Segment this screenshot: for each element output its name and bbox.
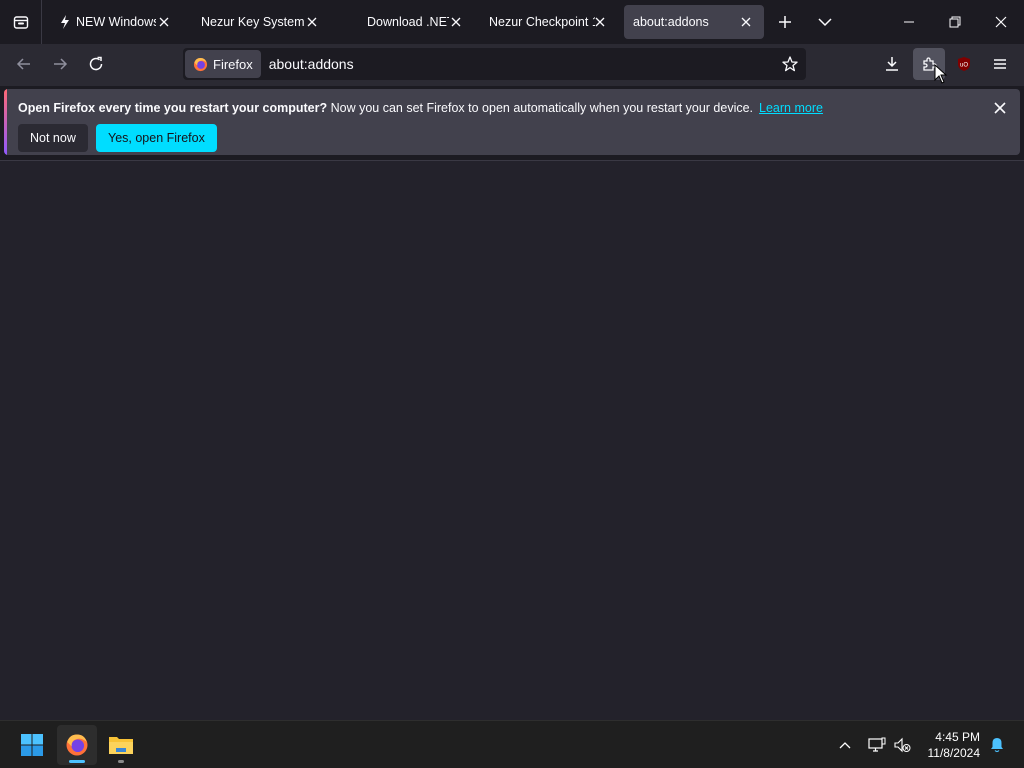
tab-label: NEW Windows | xyxy=(76,15,156,29)
show-hidden-icons-button[interactable] xyxy=(833,733,857,757)
tab-label: Download .NET xyxy=(367,15,449,29)
new-tab-button[interactable] xyxy=(768,5,802,39)
back-button[interactable] xyxy=(8,48,40,80)
close-icon xyxy=(995,16,1007,28)
url-bar[interactable]: Firefox xyxy=(183,48,806,80)
chevron-up-icon xyxy=(839,742,851,749)
clock-date: 11/8/2024 xyxy=(927,746,981,760)
tab-nezur-checkpoint[interactable]: Nezur Checkpoint 1 xyxy=(478,5,618,39)
running-indicator xyxy=(118,760,124,763)
notification-title: Open Firefox every time you restart your… xyxy=(18,101,328,115)
firefox-logo-icon xyxy=(193,57,208,71)
tab-about-addons[interactable]: about:addons xyxy=(624,5,764,39)
list-all-tabs-button[interactable] xyxy=(808,5,842,39)
volume-tray-button[interactable] xyxy=(890,733,914,757)
star-icon xyxy=(782,56,798,72)
firefox-logo-icon xyxy=(66,734,88,756)
network-tray-button[interactable] xyxy=(865,733,889,757)
firefox-view-button[interactable] xyxy=(0,0,42,44)
download-icon xyxy=(886,57,898,71)
close-tab-icon[interactable] xyxy=(738,14,754,30)
tab-label: about:addons xyxy=(633,15,709,29)
yes-open-firefox-button[interactable]: Yes, open Firefox xyxy=(96,124,217,152)
ublock-origin-button[interactable]: uO xyxy=(948,48,980,80)
identity-box[interactable]: Firefox xyxy=(185,50,261,78)
taskbar-file-explorer[interactable] xyxy=(101,725,141,765)
minimize-button[interactable] xyxy=(892,5,926,39)
firefox-view-icon xyxy=(13,16,28,29)
notification-close-button[interactable] xyxy=(992,100,1008,116)
close-tab-icon[interactable] xyxy=(304,14,320,30)
restore-button[interactable] xyxy=(938,5,972,39)
nav-toolbar: Firefox uO xyxy=(0,44,1024,86)
url-input[interactable] xyxy=(268,56,749,72)
active-indicator xyxy=(69,760,85,763)
mouse-cursor-icon xyxy=(934,64,948,84)
back-arrow-icon xyxy=(16,58,30,70)
tab-label: Nezur Checkpoint 1 xyxy=(489,15,595,29)
learn-more-link[interactable]: Learn more xyxy=(759,101,823,115)
close-icon xyxy=(994,102,1006,114)
page-content xyxy=(0,160,1024,720)
windows-logo-icon xyxy=(21,734,43,756)
notifications-button[interactable] xyxy=(985,733,1009,757)
notification-message: Open Firefox every time you restart your… xyxy=(18,101,823,115)
close-tab-icon[interactable] xyxy=(448,14,464,30)
taskbar-firefox[interactable] xyxy=(57,725,97,765)
close-window-button[interactable] xyxy=(984,5,1018,39)
svg-text:uO: uO xyxy=(960,63,968,69)
reload-button[interactable] xyxy=(80,48,112,80)
forward-arrow-icon xyxy=(54,58,68,70)
tab-label: Nezur Key System - xyxy=(201,15,306,29)
not-now-button[interactable]: Not now xyxy=(18,124,88,152)
bookmark-star-button[interactable] xyxy=(778,52,802,76)
notification-body: Now you can set Firefox to open automati… xyxy=(327,101,754,115)
tab-nezur-key-system[interactable]: Nezur Key System - xyxy=(190,5,330,39)
folder-icon xyxy=(109,737,133,754)
hamburger-menu-icon xyxy=(994,59,1006,69)
system-clock[interactable]: 4:45 PM 11/8/2024 xyxy=(928,729,981,761)
bolt-icon xyxy=(60,15,70,29)
taskbar: 4:45 PM 11/8/2024 xyxy=(0,720,1024,768)
notification-bar: Open Firefox every time you restart your… xyxy=(4,89,1020,155)
ublock-origin-icon: uO xyxy=(958,57,970,71)
reload-icon xyxy=(89,56,103,71)
bell-icon xyxy=(991,738,1003,753)
restore-icon xyxy=(949,16,961,28)
start-button[interactable] xyxy=(12,725,52,765)
tab-new-windows[interactable]: NEW Windows | xyxy=(52,5,182,39)
downloads-button[interactable] xyxy=(876,48,908,80)
app-menu-button[interactable] xyxy=(984,48,1016,80)
plus-icon xyxy=(779,16,791,28)
forward-button[interactable] xyxy=(44,48,76,80)
network-icon xyxy=(868,737,886,752)
close-tab-icon[interactable] xyxy=(156,14,172,30)
notification-accent xyxy=(4,89,7,155)
clock-time: 4:45 PM xyxy=(935,730,980,744)
minimize-icon xyxy=(904,21,914,23)
identity-label: Firefox xyxy=(213,56,253,72)
tab-strip: NEW Windows | Nezur Key System - Downloa… xyxy=(0,0,1024,44)
tab-download-net[interactable]: Download .NET xyxy=(356,5,474,39)
volume-muted-icon xyxy=(894,737,911,753)
close-tab-icon[interactable] xyxy=(592,14,608,30)
chevron-down-icon xyxy=(818,18,832,27)
